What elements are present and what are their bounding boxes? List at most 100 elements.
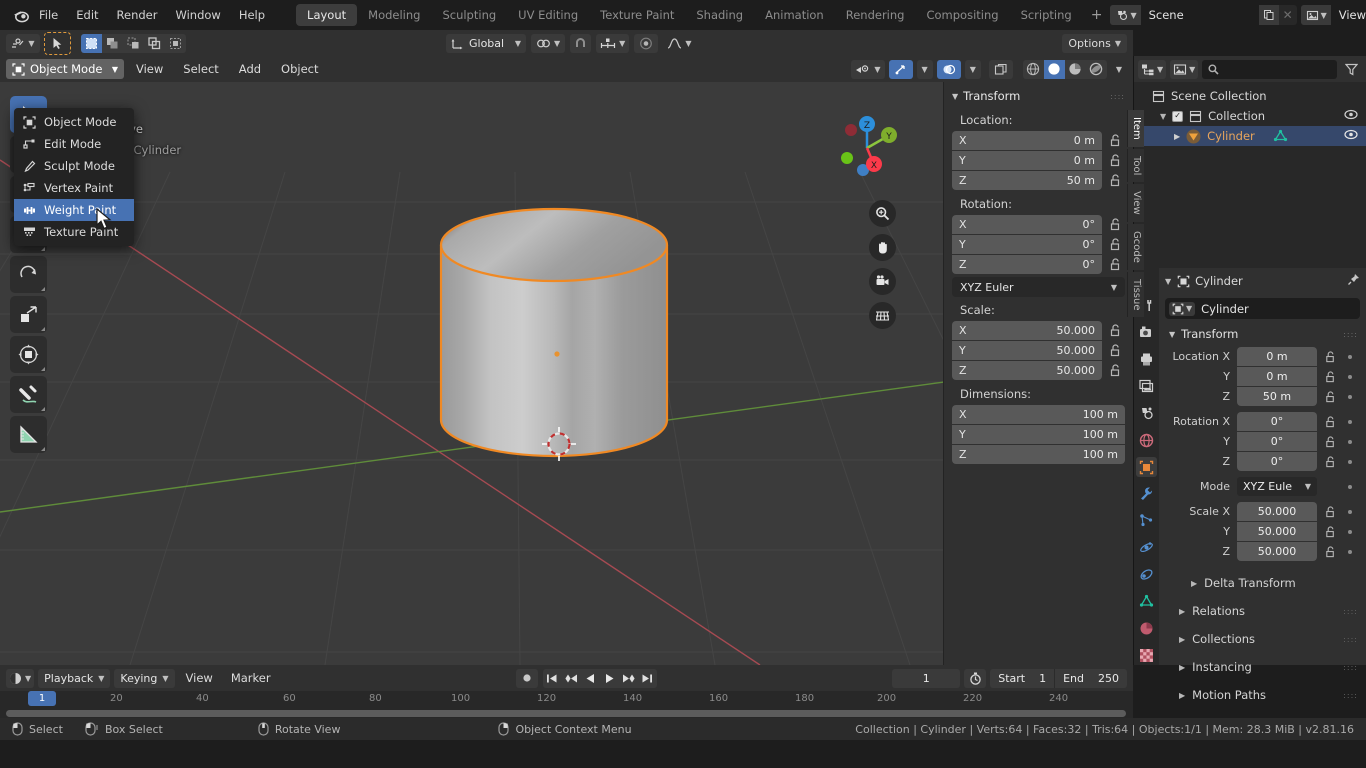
menu-render[interactable]: Render — [108, 6, 167, 24]
subpanel-relations[interactable]: ▶ Relations :::: — [1159, 597, 1366, 625]
n-tab-view[interactable]: View — [1127, 184, 1144, 222]
lock-icon[interactable] — [1106, 174, 1125, 187]
tab-layout[interactable]: Layout — [296, 4, 357, 26]
props-location-y-row[interactable]: Y 0 m — [1159, 367, 1366, 386]
outliner-editor-type-button[interactable]: ▼ — [1138, 60, 1166, 79]
dimension-y-row[interactable]: Y 100 m — [944, 425, 1133, 444]
snap-target-button[interactable]: ▼ — [596, 34, 629, 53]
outliner-display-mode-button[interactable]: ▼ — [1170, 60, 1198, 79]
new-scene-button[interactable] — [1259, 5, 1279, 25]
play-icon[interactable] — [600, 669, 619, 688]
xray-popover-button[interactable]: ▼ — [965, 60, 981, 79]
material-preview-icon[interactable] — [1065, 60, 1086, 79]
rotation-x-row[interactable]: X 0° — [944, 215, 1133, 234]
subpanel-motion-paths[interactable]: ▶ Motion Paths :::: — [1159, 681, 1366, 709]
props-location-x-row[interactable]: Location X 0 m — [1159, 347, 1366, 366]
overlays-popover-button[interactable]: ▼ — [917, 60, 933, 79]
rotation-y-field[interactable]: Y 0° — [952, 235, 1102, 254]
lock-icon[interactable] — [1321, 506, 1340, 518]
start-frame-field[interactable]: Start 1 — [990, 669, 1054, 688]
lock-icon[interactable] — [1321, 416, 1340, 428]
lock-icon[interactable] — [1106, 238, 1125, 251]
mode-item-object-mode[interactable]: Object Mode — [14, 111, 134, 133]
zoom-icon[interactable] — [869, 200, 896, 227]
lock-icon[interactable] — [1321, 351, 1340, 363]
lock-icon[interactable] — [1321, 371, 1340, 383]
props-rotation-mode-dropdown[interactable]: XYZ Eule ▼ — [1237, 477, 1317, 496]
proportional-edit-button[interactable] — [634, 34, 658, 53]
stopwatch-icon[interactable] — [964, 669, 986, 688]
animate-dot-icon[interactable] — [1348, 440, 1352, 444]
properties-transform-header[interactable]: ▼ Transform :::: — [1159, 319, 1366, 347]
gizmo-toggle-button[interactable]: ▼ — [851, 60, 884, 79]
outliner-filter-button[interactable] — [1341, 60, 1362, 79]
measure-tool-icon[interactable] — [10, 416, 47, 453]
scale-x-field[interactable]: X 50.000 — [952, 321, 1102, 340]
lock-icon[interactable] — [1106, 324, 1125, 337]
object-name-field[interactable]: ▼ Cylinder — [1165, 298, 1360, 319]
add-workspace-button[interactable]: + — [1083, 7, 1111, 23]
transform-tool-icon[interactable] — [10, 336, 47, 373]
jump-end-icon[interactable] — [638, 669, 657, 688]
scale-y-row[interactable]: Y 50.000 — [944, 341, 1133, 360]
chevron-down-icon[interactable]: ▼ — [1165, 277, 1171, 286]
material-tab-icon[interactable] — [1136, 618, 1157, 638]
outliner-row-collection[interactable]: ▼ ✓ Collection — [1134, 106, 1366, 126]
animate-dot-icon[interactable] — [1348, 530, 1352, 534]
viewport-menu-add[interactable]: Add — [231, 60, 269, 78]
outliner-row-cylinder[interactable]: ▶ Cylinder — [1134, 126, 1366, 146]
tab-rendering[interactable]: Rendering — [835, 4, 916, 26]
animate-dot-icon[interactable] — [1348, 460, 1352, 464]
location-z-row[interactable]: Z 50 m — [944, 171, 1133, 190]
outliner-search-input[interactable] — [1202, 60, 1337, 79]
lock-icon[interactable] — [1106, 344, 1125, 357]
viewport-menu-view[interactable]: View — [128, 60, 171, 78]
editor-type-icon[interactable]: ▼ — [6, 34, 40, 53]
jump-start-icon[interactable] — [543, 669, 562, 688]
rotation-mode-dropdown[interactable]: XYZ Euler ▼ — [952, 277, 1125, 297]
solid-icon[interactable] — [1044, 60, 1065, 79]
dimension-z-row[interactable]: Z 100 m — [944, 445, 1133, 464]
scene-tab-icon[interactable] — [1136, 403, 1157, 423]
subpanel-delta-transform[interactable]: ▶ Delta Transform — [1159, 569, 1366, 597]
physics-tab-icon[interactable] — [1136, 538, 1157, 558]
scene-icon[interactable]: ▼ — [1110, 5, 1140, 25]
props-rotation-x-row[interactable]: Rotation X 0° — [1159, 412, 1366, 431]
world-tab-icon[interactable] — [1136, 430, 1157, 450]
timeline-playback-menu[interactable]: Playback ▼ — [38, 669, 110, 688]
props-scale-z-row[interactable]: Z 50.000 — [1159, 542, 1366, 561]
lock-icon[interactable] — [1321, 391, 1340, 403]
view-layer-name[interactable]: View Layer — [1331, 5, 1366, 25]
props-scale-z-field[interactable]: 50.000 — [1237, 542, 1317, 561]
annotate-tool-icon[interactable] — [10, 376, 47, 413]
location-y-row[interactable]: Y 0 m — [944, 151, 1133, 170]
n-tab-tool[interactable]: Tool — [1127, 149, 1144, 182]
tab-sculpting[interactable]: Sculpting — [431, 4, 507, 26]
location-x-field[interactable]: X 0 m — [952, 131, 1102, 150]
scale-z-row[interactable]: Z 50.000 — [944, 361, 1133, 380]
mode-item-sculpt-mode[interactable]: Sculpt Mode — [14, 155, 134, 177]
tab-compositing[interactable]: Compositing — [915, 4, 1009, 26]
subpanel-instancing[interactable]: ▶ Instancing :::: — [1159, 653, 1366, 681]
animate-dot-icon[interactable] — [1348, 550, 1352, 554]
scale-z-field[interactable]: Z 50.000 — [952, 361, 1102, 380]
dimension-x-field[interactable]: X 100 m — [952, 405, 1125, 424]
extend-select-icon[interactable] — [102, 34, 123, 53]
data-tab-icon[interactable] — [1136, 591, 1157, 611]
xray-toggle-button[interactable] — [937, 60, 961, 79]
view-layer-selector[interactable]: ▼ View Layer ✕ — [1301, 5, 1366, 25]
n-tab-item[interactable]: Item — [1127, 110, 1144, 147]
rotation-z-row[interactable]: Z 0° — [944, 255, 1133, 274]
constraints-tab-icon[interactable] — [1136, 565, 1157, 585]
tab-animation[interactable]: Animation — [754, 4, 835, 26]
n-tab-tissue[interactable]: Tissue — [1127, 272, 1144, 318]
props-scale-x-row[interactable]: Scale X 50.000 — [1159, 502, 1366, 521]
lock-icon[interactable] — [1321, 436, 1340, 448]
timeline-scrollbar[interactable] — [0, 709, 1133, 718]
unlink-scene-button[interactable]: ✕ — [1279, 5, 1297, 25]
scale-x-row[interactable]: X 50.000 — [944, 321, 1133, 340]
wireframe-icon[interactable] — [1023, 60, 1044, 79]
set-select-icon[interactable] — [81, 34, 102, 53]
next-keyframe-icon[interactable] — [619, 669, 638, 688]
mode-item-edit-mode[interactable]: Edit Mode — [14, 133, 134, 155]
